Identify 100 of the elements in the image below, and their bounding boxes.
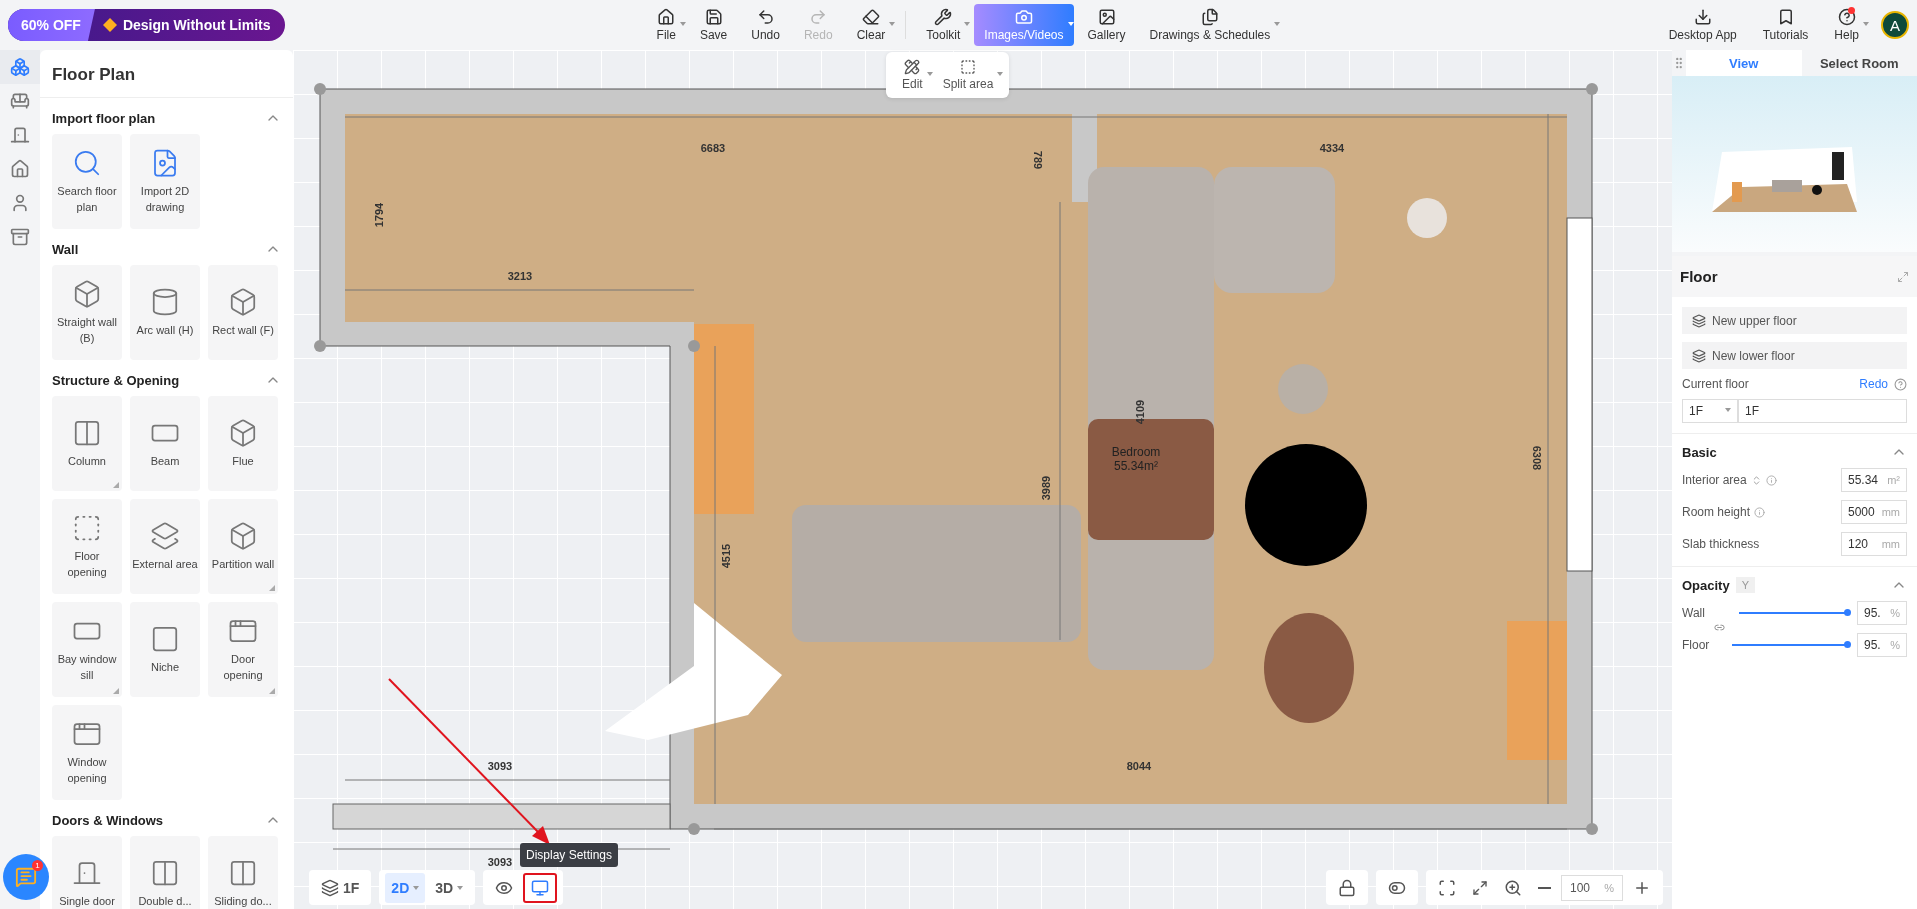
view-mode-tab[interactable]: 3D	[429, 872, 470, 903]
redo-link[interactable]: Redo	[1859, 377, 1888, 391]
tool-card[interactable]: Bay window sill	[52, 602, 122, 697]
tool-card[interactable]: Rect wall (F)	[208, 265, 278, 360]
section-title: Basic	[1682, 444, 1717, 460]
sectional-sofa[interactable]	[1088, 167, 1214, 670]
tool-card[interactable]: External area	[130, 499, 200, 594]
toolbar-button[interactable]: Gallery	[1077, 4, 1136, 46]
zoom-icon	[1504, 878, 1522, 897]
field-label: Current floor	[1682, 377, 1749, 391]
wall-corner-handle[interactable]	[314, 340, 326, 352]
pouf[interactable]	[1264, 613, 1354, 723]
dimension-label: 3093	[487, 760, 513, 772]
new-floor-button[interactable]: New upper floor	[1682, 307, 1907, 334]
toolbar-button[interactable]: File	[646, 4, 686, 46]
section-title: Structure & Opening	[52, 372, 180, 388]
chat-button[interactable]: 1	[3, 854, 49, 900]
dimension-label: 3213	[507, 270, 533, 282]
number-field[interactable]: 5000 mm	[1841, 500, 1907, 524]
wall-corner-handle[interactable]	[314, 83, 326, 95]
toolbar-button[interactable]: Save	[689, 4, 738, 46]
tool-card[interactable]: Door opening	[208, 602, 278, 697]
tool-card[interactable]: Single door	[52, 836, 122, 909]
door-swing[interactable]	[605, 603, 782, 740]
tool-card[interactable]: Flue	[208, 396, 278, 491]
help-icon	[1837, 8, 1856, 26]
tool-card[interactable]: Window opening	[52, 705, 122, 800]
round-table[interactable]	[1245, 444, 1367, 566]
percent-field[interactable]: 95. %	[1857, 601, 1907, 625]
chat-icon	[15, 866, 37, 888]
toolbar-button[interactable]: Toolkit	[916, 4, 971, 46]
wall-corner-handle[interactable]	[688, 823, 700, 835]
tool-card[interactable]: Import 2D drawing	[130, 134, 200, 229]
dimension-label: 6308	[1531, 445, 1543, 471]
toolbar-button[interactable]: Clear	[846, 4, 896, 46]
sidebar-tab[interactable]	[0, 50, 40, 84]
door-icon	[10, 125, 30, 145]
low-wall[interactable]	[332, 803, 671, 830]
room-area: 55.34m²	[1114, 459, 1158, 473]
pencil-grid-icon	[904, 59, 921, 75]
undo-icon	[756, 8, 775, 26]
slider-thumb[interactable]	[1843, 641, 1851, 648]
slider-thumb[interactable]	[1843, 609, 1851, 616]
expand-icon	[1472, 879, 1488, 896]
wall-corner-handle[interactable]	[1586, 823, 1598, 835]
tool-card[interactable]: Column	[52, 396, 122, 491]
menu-item[interactable]: Edit	[892, 54, 933, 96]
tool-card[interactable]: Sliding do...	[208, 836, 278, 909]
toolbar-button[interactable]: Tutorials	[1752, 4, 1819, 46]
tool-card[interactable]: Search floor plan	[52, 134, 122, 229]
layers-icon	[321, 878, 339, 897]
image-icon	[1097, 8, 1116, 26]
expand-icon[interactable]	[1897, 270, 1909, 283]
toolbar-button[interactable]: Desktop App	[1658, 4, 1747, 46]
panel-tab[interactable]: Select Room	[1801, 50, 1917, 76]
menu-item[interactable]: Split area	[932, 54, 1004, 96]
field-label: Room height	[1682, 505, 1751, 519]
toolbar-button[interactable]: Help	[1824, 4, 1869, 46]
tool-card[interactable]: Partition wall	[208, 499, 278, 594]
section-title: Import floor plan	[52, 110, 156, 126]
percent-field[interactable]: 95. %	[1857, 633, 1907, 657]
tool-card[interactable]: Straight wall (B)	[52, 265, 122, 360]
info-icon	[1765, 474, 1777, 486]
section-title: Wall	[52, 241, 79, 257]
number-field[interactable]: 55.34 m²	[1841, 468, 1907, 492]
wall-corner-handle[interactable]	[688, 340, 700, 352]
display-tool-button[interactable]	[523, 872, 558, 903]
number-field[interactable]: 120 mm	[1841, 532, 1907, 556]
window[interactable]	[1566, 217, 1593, 572]
dimension-label: 789	[1032, 150, 1044, 170]
wrench-icon	[934, 8, 953, 26]
toolbar-button[interactable]: Drawings & Schedules	[1139, 4, 1281, 46]
dimension-label: 4334	[1319, 142, 1345, 154]
field-label: Wall	[1682, 606, 1706, 620]
tool-card[interactable]: Beam	[130, 396, 200, 491]
tool-card[interactable]: Double d...	[130, 836, 200, 909]
tool-card[interactable]: Niche	[130, 602, 200, 697]
layers-plus-icon	[1692, 348, 1706, 363]
cube-icon	[228, 417, 258, 448]
field-label: Interior area	[1682, 473, 1747, 487]
cube-icon	[72, 279, 102, 310]
room-3d-preview[interactable]	[1672, 76, 1917, 256]
dimension-label: 6683	[700, 142, 726, 154]
new-floor-button[interactable]: New lower floor	[1682, 342, 1907, 369]
room-name: Bedroom	[1111, 445, 1161, 459]
user-avatar[interactable]: A	[1881, 11, 1909, 39]
section-title: Opacity	[1682, 577, 1730, 593]
floor-select[interactable]: 1F	[1682, 399, 1738, 423]
tool-card[interactable]: Arc wall (H)	[130, 265, 200, 360]
panel-tab[interactable]: View	[1686, 50, 1802, 76]
floor-name-field[interactable]: 1F	[1738, 399, 1907, 423]
promo-text: Design Without Limits	[94, 17, 285, 33]
wall-corner-handle[interactable]	[1586, 83, 1598, 95]
promo-banner[interactable]: 60% OFF Design Without Limits	[8, 9, 285, 41]
tool-card[interactable]: Floor opening	[52, 499, 122, 594]
save-icon	[704, 8, 723, 26]
diamond-icon	[102, 18, 117, 32]
zoom-field[interactable]: 100 %	[1561, 874, 1623, 901]
cube-icon	[228, 520, 258, 551]
toolbar-button[interactable]: Undo	[741, 4, 790, 46]
